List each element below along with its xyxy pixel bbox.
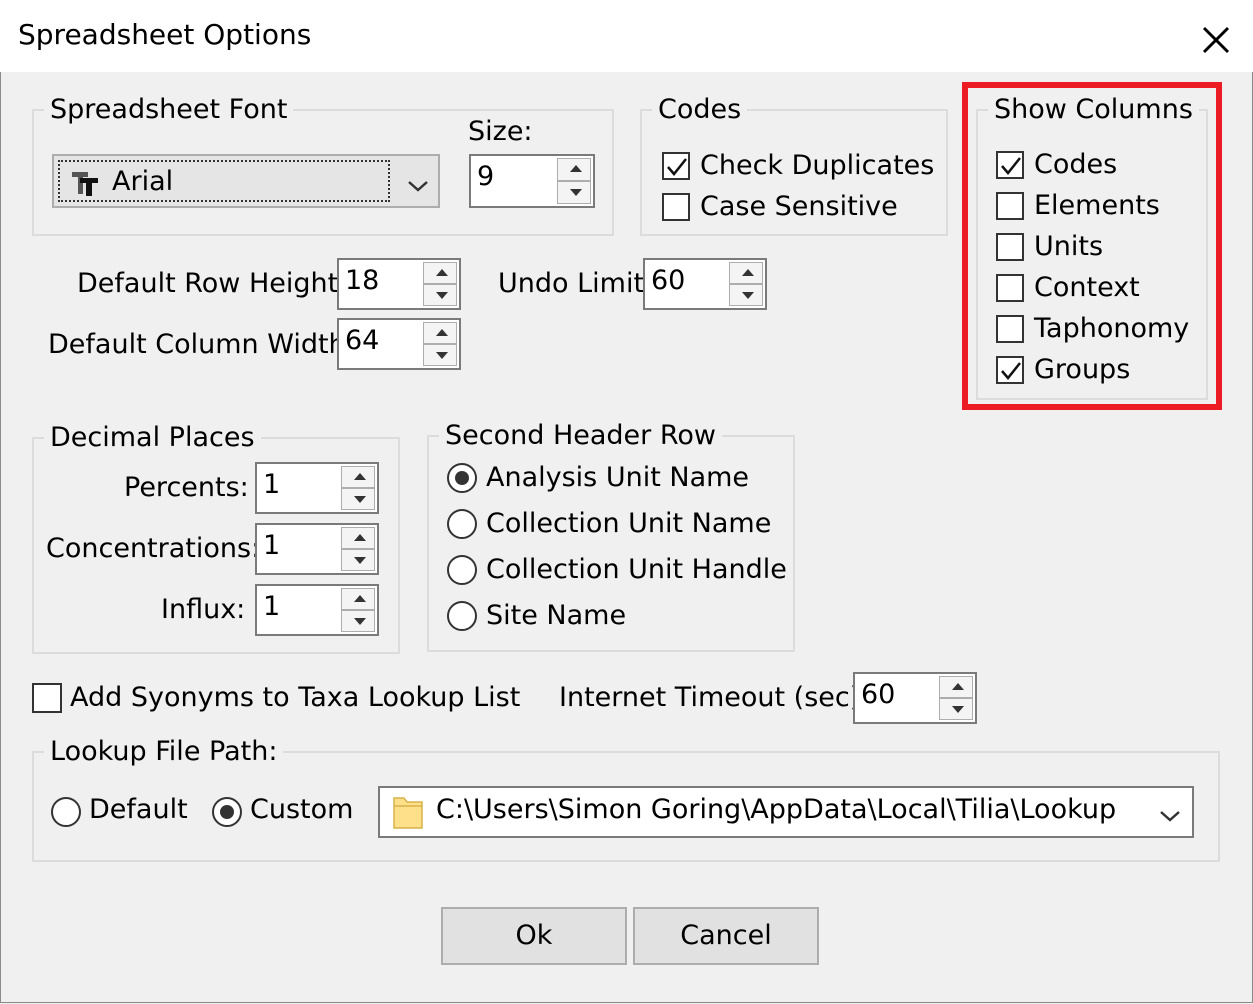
- collection-unit-handle-radio[interactable]: [447, 555, 477, 585]
- add-synonyms-checkbox[interactable]: [32, 683, 62, 713]
- case-sensitive-label[interactable]: Case Sensitive: [700, 191, 898, 222]
- window-title: Spreadsheet Options: [18, 18, 312, 51]
- ok-button[interactable]: Ok: [441, 907, 627, 965]
- size-label: Size:: [468, 116, 533, 147]
- col-width-label: Default Column Width:: [48, 329, 355, 360]
- influx-value: 1: [263, 591, 281, 622]
- concentrations-value: 1: [263, 530, 281, 561]
- case-sensitive-checkbox[interactable]: [662, 193, 690, 221]
- lookup-default-label[interactable]: Default: [89, 794, 188, 825]
- truetype-font-icon: [70, 168, 100, 198]
- col-width-spinner[interactable]: 64: [337, 318, 461, 370]
- lookup-custom-label[interactable]: Custom: [250, 794, 353, 825]
- concentrations-up-button[interactable]: [341, 527, 375, 549]
- chevron-down-icon: [1158, 802, 1182, 833]
- internet-timeout-label: Internet Timeout (sec):: [559, 682, 870, 713]
- col-width-value: 64: [345, 325, 380, 356]
- folder-icon: [392, 796, 424, 837]
- font-select[interactable]: Arial: [52, 154, 440, 208]
- cancel-button[interactable]: Cancel: [633, 907, 819, 965]
- influx-label: Influx:: [161, 594, 246, 625]
- percents-spinner[interactable]: 1: [255, 462, 379, 514]
- size-spinner[interactable]: 9: [469, 154, 595, 208]
- chevron-down-icon: [406, 172, 430, 203]
- close-icon[interactable]: [1196, 20, 1236, 60]
- undo-limit-value: 60: [651, 265, 686, 296]
- influx-up-button[interactable]: [341, 588, 375, 610]
- second-header-row-legend: Second Header Row: [445, 420, 716, 451]
- internet-timeout-down-button[interactable]: [939, 698, 973, 720]
- highlight-box: [962, 82, 1222, 410]
- lookup-path-select[interactable]: C:\Users\Simon Goring\AppData\Local\Tili…: [378, 786, 1194, 838]
- add-synonyms-label[interactable]: Add Syonyms to Taxa Lookup List: [70, 682, 520, 713]
- size-value: 9: [477, 161, 495, 192]
- lookup-default-radio[interactable]: [51, 797, 81, 827]
- codes-legend: Codes: [658, 94, 742, 125]
- internet-timeout-up-button[interactable]: [939, 676, 973, 698]
- row-height-down-button[interactable]: [423, 284, 457, 306]
- percents-down-button[interactable]: [341, 488, 375, 510]
- size-down-button[interactable]: [557, 181, 591, 204]
- site-name-radio[interactable]: [447, 601, 477, 631]
- lookup-file-path-legend: Lookup File Path:: [50, 736, 278, 767]
- concentrations-spinner[interactable]: 1: [255, 523, 379, 575]
- row-height-label: Default Row Height:: [77, 268, 348, 299]
- analysis-unit-name-label[interactable]: Analysis Unit Name: [486, 462, 749, 493]
- row-height-up-button[interactable]: [423, 262, 457, 284]
- undo-limit-up-button[interactable]: [729, 262, 763, 284]
- influx-down-button[interactable]: [341, 610, 375, 632]
- site-name-label[interactable]: Site Name: [486, 600, 626, 631]
- font-value: Arial: [112, 166, 174, 197]
- lookup-path-value: C:\Users\Simon Goring\AppData\Local\Tili…: [436, 794, 1117, 825]
- col-width-down-button[interactable]: [423, 344, 457, 366]
- check-duplicates-label[interactable]: Check Duplicates: [700, 150, 934, 181]
- font-focus-rect: [58, 160, 390, 202]
- percents-up-button[interactable]: [341, 466, 375, 488]
- analysis-unit-name-radio[interactable]: [447, 463, 477, 493]
- undo-limit-down-button[interactable]: [729, 284, 763, 306]
- collection-unit-handle-label[interactable]: Collection Unit Handle: [486, 554, 787, 585]
- lookup-custom-radio[interactable]: [212, 797, 242, 827]
- check-duplicates-checkbox[interactable]: [662, 152, 690, 180]
- percents-label: Percents:: [124, 472, 249, 503]
- undo-limit-label: Undo Limit:: [498, 268, 654, 299]
- concentrations-label: Concentrations:: [46, 533, 261, 564]
- collection-unit-name-label[interactable]: Collection Unit Name: [486, 508, 771, 539]
- row-height-spinner[interactable]: 18: [337, 258, 461, 310]
- decimal-places-legend: Decimal Places: [50, 422, 255, 453]
- internet-timeout-spinner[interactable]: 60: [853, 672, 977, 724]
- concentrations-down-button[interactable]: [341, 549, 375, 571]
- undo-limit-spinner[interactable]: 60: [643, 258, 767, 310]
- row-height-value: 18: [345, 265, 380, 296]
- col-width-up-button[interactable]: [423, 322, 457, 344]
- internet-timeout-value: 60: [861, 679, 896, 710]
- percents-value: 1: [263, 469, 281, 500]
- collection-unit-name-radio[interactable]: [447, 509, 477, 539]
- influx-spinner[interactable]: 1: [255, 584, 379, 636]
- spreadsheet-font-legend: Spreadsheet Font: [50, 94, 288, 125]
- size-up-button[interactable]: [557, 158, 591, 181]
